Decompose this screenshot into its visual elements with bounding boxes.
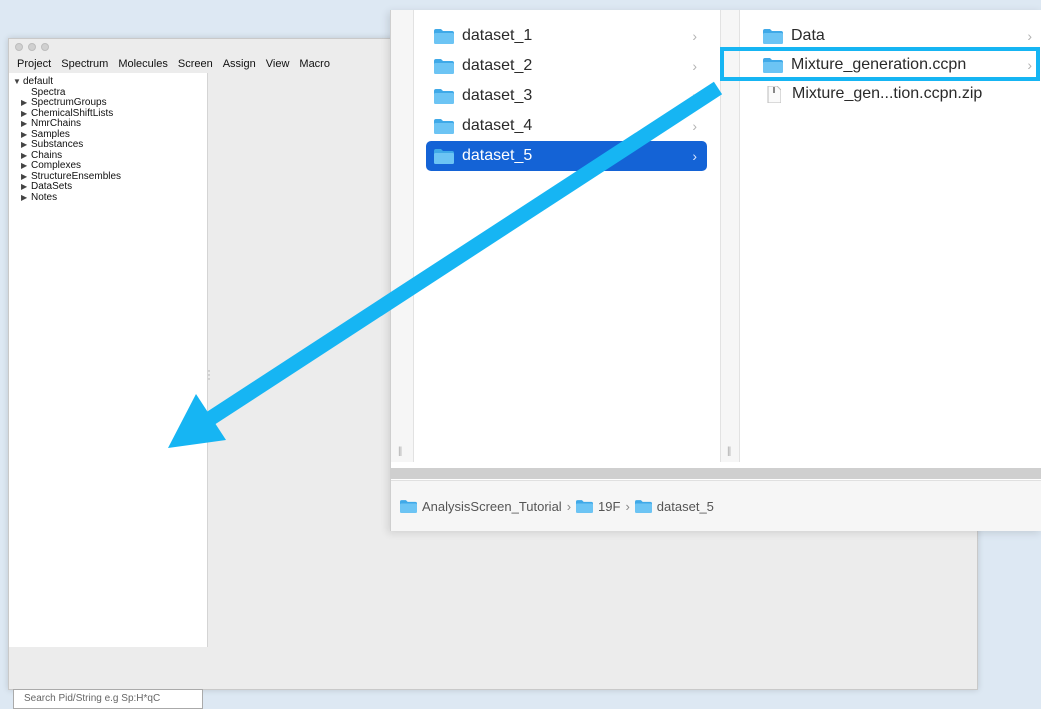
triangle-right-icon[interactable]: ▶ (21, 172, 31, 183)
folder-icon (576, 499, 594, 513)
triangle-right-icon[interactable]: ▶ (21, 151, 31, 162)
folder-label: dataset_3 (462, 87, 533, 104)
tree-item[interactable]: ▶ DataSets (13, 181, 121, 193)
folder-row-dataset_1[interactable]: dataset_1 › (426, 21, 707, 51)
path-segment[interactable]: 19F (576, 499, 620, 514)
tree-item-label: Complexes (31, 160, 82, 171)
path-segment[interactable]: AnalysisScreen_Tutorial (400, 499, 562, 514)
menu-molecules[interactable]: Molecules (118, 58, 168, 70)
tree-item-label: NmrChains (31, 118, 82, 129)
item-label: Mixture_gen...tion.ccpn.zip (792, 85, 983, 102)
tree-item[interactable]: ▶ SpectrumGroups (13, 97, 121, 109)
path-segment[interactable]: dataset_5 (634, 498, 714, 514)
chevron-right-icon: › (692, 58, 697, 74)
triangle-right-icon[interactable]: ▶ (21, 182, 31, 193)
chevron-right-icon: › (692, 88, 697, 104)
triangle-right-icon[interactable]: ▶ (21, 140, 31, 151)
triangle-down-icon[interactable]: ▼ (13, 77, 23, 88)
folder-label: dataset_5 (462, 147, 533, 164)
tree-item-label: DataSets (31, 181, 73, 192)
menu-screen[interactable]: Screen (178, 58, 213, 70)
tree-item-label: Substances (31, 139, 84, 150)
folder-icon (434, 28, 454, 44)
triangle-right-icon[interactable]: ▶ (21, 98, 31, 109)
folder-icon (434, 88, 454, 104)
folder-icon (434, 58, 454, 74)
tree-item[interactable]: ▶ NmrChains (13, 118, 121, 130)
item-label: Data (791, 27, 825, 44)
chevron-right-icon: › (1027, 28, 1032, 44)
finder-window: || || dataset_1 › dataset_2 › dataset_3 › data… (390, 10, 1041, 531)
menu-project[interactable]: Project (17, 58, 51, 70)
folder-icon (763, 28, 783, 44)
chevron-right-icon: › (625, 498, 630, 514)
horizontal-scrollbar[interactable] (391, 468, 1041, 479)
menu-spectrum[interactable]: Spectrum (61, 58, 108, 70)
folder-label: dataset_2 (462, 57, 533, 74)
project-sidebar: ▼ default Spectra ▶ SpectrumGroups ▶ Chemica… (9, 73, 208, 709)
menu-macro[interactable]: Macro (299, 58, 330, 70)
folder-label: dataset_4 (462, 117, 533, 134)
close-window-button[interactable] (15, 43, 23, 51)
tree-root-label: default (23, 76, 54, 87)
tree-root-default[interactable]: ▼ default (13, 76, 121, 88)
triangle-right-icon[interactable]: ▶ (21, 130, 31, 141)
minimize-window-button[interactable] (28, 43, 36, 51)
tree-item[interactable]: ▶ Notes (13, 191, 121, 204)
zoom-window-button[interactable] (41, 43, 49, 51)
column-resize-grip[interactable]: || (727, 446, 731, 457)
tree-item-label: Notes (31, 191, 58, 203)
path-segment-label: dataset_5 (656, 498, 714, 514)
folder-label: dataset_1 (462, 27, 533, 44)
path-bar: AnalysisScreen_Tutorial › 19F › dataset_5 (391, 480, 1041, 531)
path-segment-label: AnalysisScreen_Tutorial (422, 498, 562, 514)
tree-item[interactable]: ▶ Substances (13, 139, 121, 151)
chevron-right-icon: › (692, 148, 697, 164)
menu-view[interactable]: View (266, 58, 290, 70)
menu-assign[interactable]: Assign (223, 58, 256, 70)
chevron-right-icon: › (692, 118, 697, 134)
chevron-right-icon: › (566, 498, 572, 514)
chevron-right-icon: › (692, 28, 697, 44)
highlight-rectangle (720, 47, 1040, 81)
triangle-right-icon[interactable]: ▶ (21, 193, 31, 204)
triangle-right-icon[interactable]: ▶ (21, 119, 31, 130)
column-gutter: || (391, 10, 414, 462)
search-input[interactable]: Search Pid/String e.g Sp:H*qC (13, 689, 203, 709)
tree-item[interactable]: ▶ Complexes (13, 160, 121, 172)
triangle-right-icon[interactable]: ▶ (21, 161, 31, 172)
splitter-handle[interactable] (208, 369, 210, 383)
folder-row-dataset_3[interactable]: dataset_3 › (426, 81, 707, 111)
zip-file-icon (767, 85, 782, 103)
folder-icon (434, 148, 454, 164)
folder-icon (634, 499, 652, 513)
project-tree: ▼ default Spectra ▶ SpectrumGroups ▶ Chemica… (13, 76, 121, 204)
folder-icon (400, 499, 417, 513)
column-resize-grip[interactable]: || (398, 446, 402, 457)
folder-icon (434, 118, 454, 134)
tree-item-label: SpectrumGroups (31, 97, 107, 108)
folder-row-dataset_5[interactable]: dataset_5 › (426, 141, 707, 171)
folder-row-dataset_4[interactable]: dataset_4 › (426, 111, 707, 141)
file-row[interactable]: Mixture_gen...tion.ccpn.zip (755, 79, 1041, 109)
folder-row-dataset_2[interactable]: dataset_2 › (426, 51, 707, 81)
path-segment-label: 19F (598, 498, 621, 514)
triangle-right-icon[interactable]: ▶ (21, 109, 31, 120)
